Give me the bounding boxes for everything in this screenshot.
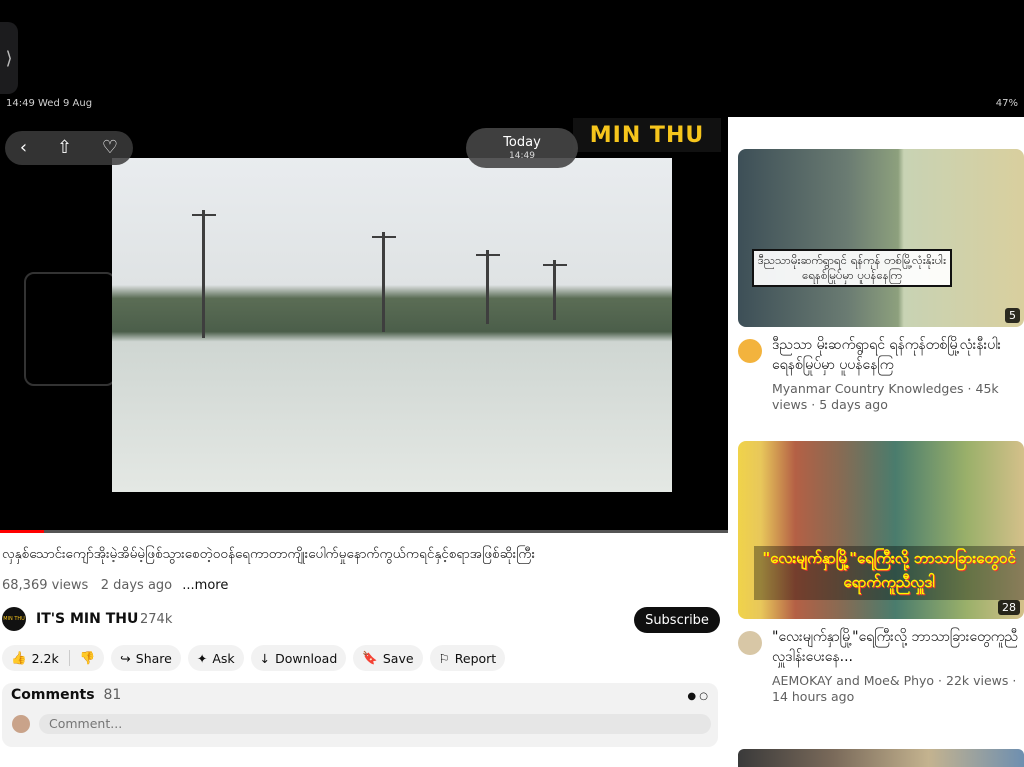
recommendation-card[interactable]: ဒီညသာမိုးဆက်ရွာရင် ရန်ကုန် တစ်မြို့လုံးန…	[738, 149, 1024, 437]
sidebar-handle-top[interactable]: ⟩	[0, 22, 18, 94]
report-label: Report	[454, 650, 497, 666]
comments-count: 81	[103, 687, 122, 703]
action-bar: 👍 2.2k 👎 ↪ Share ✦ Ask ↓ Download 🔖 Save…	[2, 645, 506, 671]
utility-pole	[192, 210, 216, 338]
thumbnail-caption: ဒီညသာမိုးဆက်ရွာရင် ရန်ကုန် တစ်မြို့လုံးန…	[752, 249, 952, 287]
photo-toolbar: ‹ ⇧ ♡	[5, 131, 133, 165]
like-dislike-group: 👍 2.2k 👎	[2, 645, 105, 671]
channel-name[interactable]: IT'S MIN THU	[36, 611, 138, 627]
comment-input[interactable]	[39, 714, 711, 734]
ask-button[interactable]: ✦ Ask	[187, 645, 244, 671]
user-avatar	[12, 715, 30, 733]
video-thumbnail[interactable]: ဒီညသာမိုးဆက်ရွာရင် ရန်ကုန် တစ်မြို့လုံးန…	[738, 149, 1024, 327]
bookmark-icon: 🔖	[362, 650, 378, 665]
report-button[interactable]: ⚐ Report	[429, 645, 506, 671]
duration-badge: 5	[1005, 308, 1020, 323]
flag-icon: ⚐	[438, 650, 450, 666]
channel-avatar[interactable]	[738, 631, 762, 655]
channel-row: MIN THU IT'S MIN THU 274k Subscribe	[2, 607, 722, 633]
thumbs-down-icon[interactable]: 👎	[80, 650, 96, 666]
date-pill: Today 14:49	[466, 128, 578, 168]
save-button[interactable]: 🔖 Save	[353, 645, 423, 671]
channel-avatar[interactable]: MIN THU	[2, 607, 26, 631]
video-meta[interactable]: 68,369 views 2 days ago ...more	[2, 578, 228, 593]
video-player[interactable]: MIN THU	[0, 112, 728, 530]
chevron-left-icon[interactable]: ‹	[20, 139, 27, 157]
recommendation-meta: AEMOKAY and Moe& Phyo · 22k views · 14 h…	[772, 673, 1017, 704]
thumbs-up-icon[interactable]: 👍	[11, 650, 27, 666]
video-thumbnail[interactable]: "လေးမျက်နှာမြို့"ရေကြီးလို့ ဘာသာခြားတွေဝ…	[738, 441, 1024, 619]
comments-header: Comments 81	[11, 687, 121, 703]
utility-pole	[372, 232, 396, 332]
share-label: Share	[135, 650, 172, 666]
save-label: Save	[382, 650, 414, 666]
utility-pole	[476, 250, 500, 324]
duration-badge: 28	[998, 600, 1020, 615]
channel-avatar[interactable]	[738, 339, 762, 363]
download-label: Download	[275, 650, 338, 666]
upload-age: 2 days ago	[100, 578, 173, 593]
recommendation-thumbnail-partial[interactable]	[738, 749, 1024, 767]
download-button[interactable]: ↓ Download	[250, 645, 347, 671]
share-arrow-icon: ↪	[120, 650, 131, 666]
sparkle-icon: ✦	[196, 650, 208, 666]
subscriber-count: 274k	[140, 612, 173, 627]
thumbnail-caption: "လေးမျက်နှာမြို့"ရေကြီးလို့ ဘာသာခြားတွေဝ…	[754, 546, 1024, 600]
video-frame	[112, 158, 672, 492]
recommendation-card[interactable]: "လေးမျက်နှာမြို့"ရေကြီးလို့ ဘာသာခြားတွေဝ…	[738, 441, 1024, 729]
more-link[interactable]: ...more	[182, 578, 228, 593]
status-bar: 14:49 Wed 9 Aug 47%	[0, 98, 1024, 112]
view-count: 68,369 views	[2, 578, 89, 593]
download-icon: ↓	[259, 650, 271, 666]
comments-panel[interactable]: Comments 81 ● ○	[2, 683, 718, 747]
status-time: 14:49 Wed 9 Aug	[6, 98, 93, 109]
ask-label: Ask	[212, 650, 235, 666]
card-info: "လေးမျက်နှာမြို့"ရေကြီးလို့ ဘာသာခြားတွေက…	[738, 619, 1024, 729]
recommendation-meta: Myanmar Country Knowledges · 45k views ·…	[772, 381, 999, 412]
date-label: Today	[503, 135, 541, 150]
card-info: ဒီညသာ မိုးဆက်ရွာရင် ရန်ကုန်တစ်မြို့လုံးန…	[738, 327, 1024, 437]
pager-dots-icon: ● ○	[687, 691, 708, 702]
channel-watermark: MIN THU	[573, 118, 721, 152]
utility-pole	[543, 260, 567, 320]
player-overlay-box	[24, 272, 116, 386]
like-count[interactable]: 2.2k	[32, 651, 59, 666]
share-icon[interactable]: ⇧	[57, 139, 72, 157]
recommendation-title[interactable]: "လေးမျက်နှာမြို့"ရေကြီးလို့ ဘာသာခြားတွေက…	[772, 627, 1024, 667]
recommendation-title[interactable]: ဒီညသာ မိုးဆက်ရွာရင် ရန်ကုန်တစ်မြို့လုံးန…	[772, 335, 1024, 375]
video-details: လှနှစ်သောင်းကျော်အိုးမဲ့အိမ်မဲ့ဖြစ်သွားစ…	[0, 533, 728, 767]
time-label: 14:49	[509, 151, 535, 161]
video-title: လှနှစ်သောင်းကျော်အိုးမဲ့အိမ်မဲ့ဖြစ်သွားစ…	[2, 546, 536, 562]
comments-label: Comments	[11, 687, 95, 703]
share-button[interactable]: ↪ Share	[111, 645, 181, 671]
subscribe-button[interactable]: Subscribe	[634, 607, 720, 633]
recommendations-panel: ဒီညသာမိုးဆက်ရွာရင် ရန်ကုန် တစ်မြို့လုံးန…	[728, 117, 1024, 767]
battery-level: 47%	[995, 98, 1018, 109]
heart-icon[interactable]: ♡	[102, 139, 118, 157]
